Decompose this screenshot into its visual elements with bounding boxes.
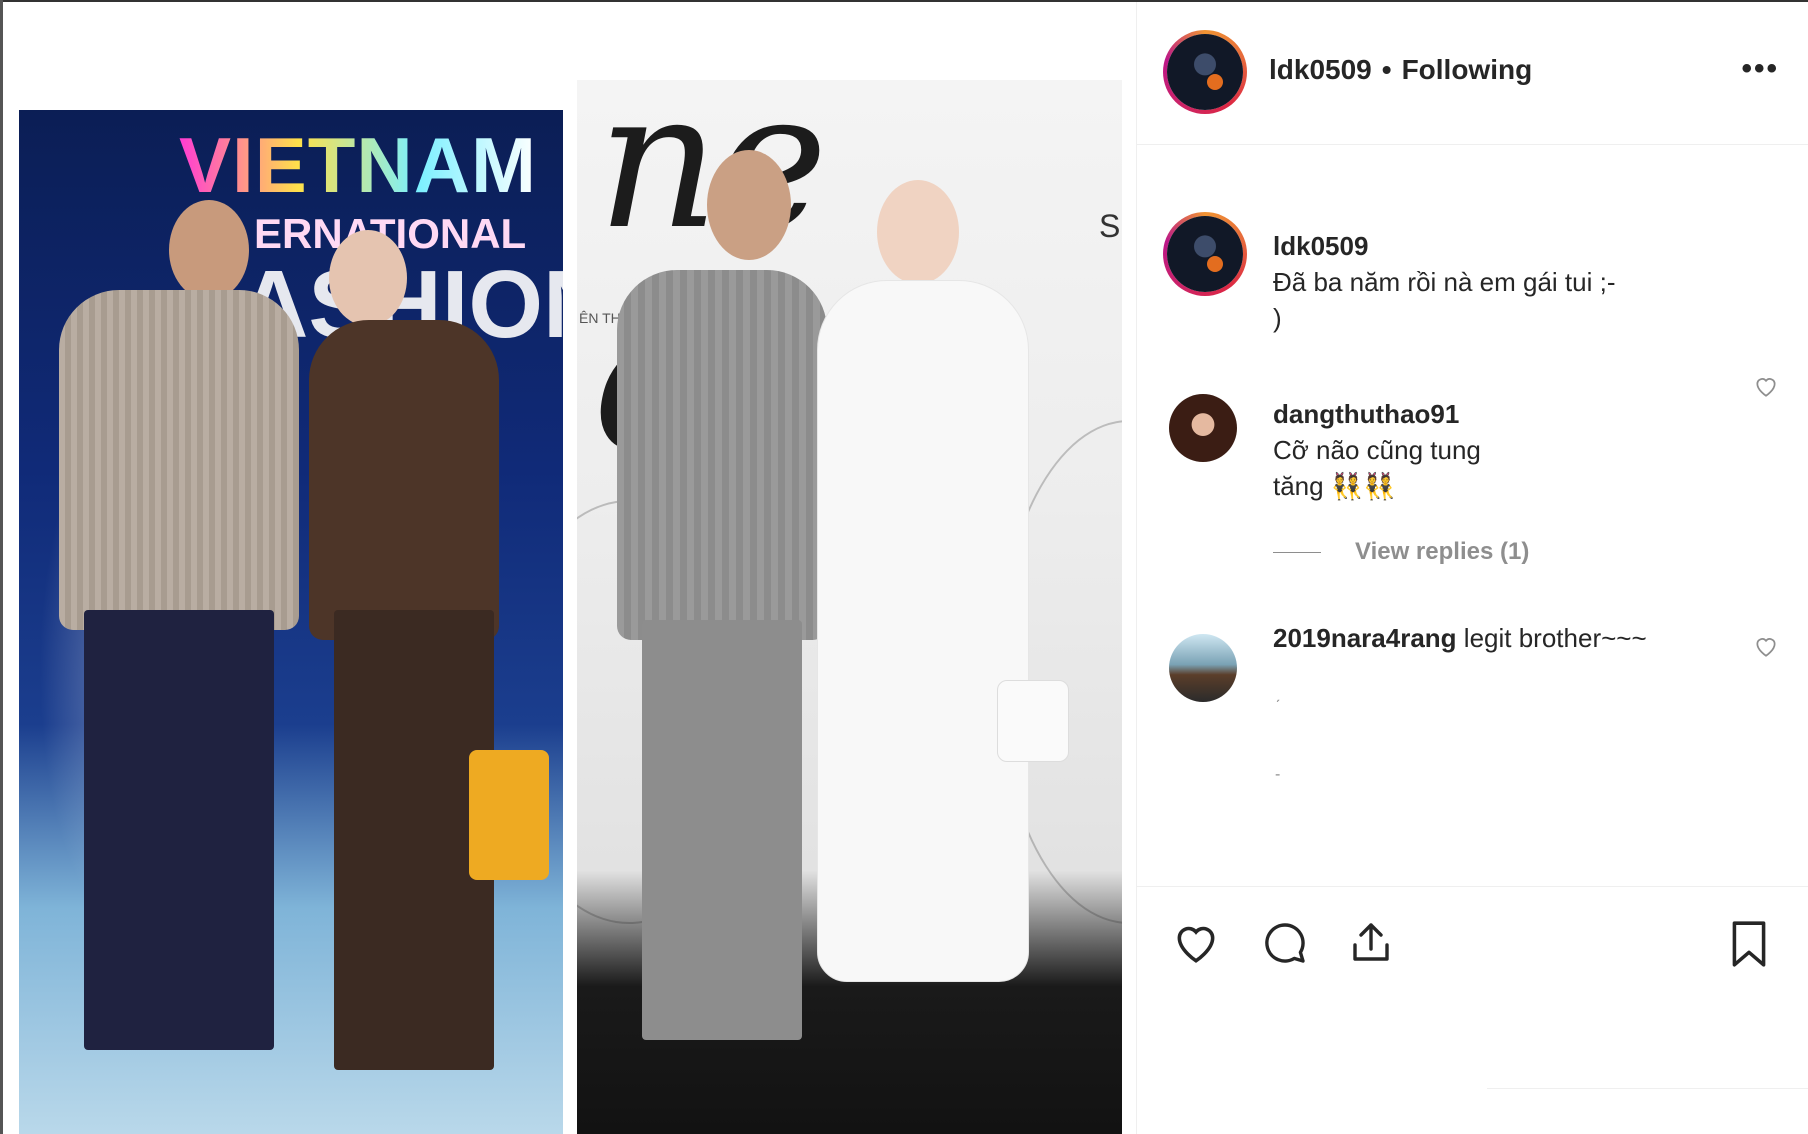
- comment-username-link[interactable]: dangthuthao91: [1273, 399, 1459, 429]
- commenter-avatar[interactable]: [1169, 634, 1237, 702]
- header-username-link[interactable]: ldk0509: [1269, 54, 1372, 86]
- woman-jacket: [309, 320, 499, 640]
- post-actions-bar: [1137, 886, 1808, 983]
- comment-username-link[interactable]: ldk0509: [1273, 231, 1368, 261]
- post-header: ldk0509 • Following •••: [1137, 2, 1808, 145]
- like-comment-heart-icon[interactable]: [1753, 374, 1779, 405]
- avatar-photo: [1167, 216, 1243, 292]
- photo-event-backdrop: ne day ÊN THÔN S: [577, 80, 1122, 1134]
- like-comment-heart-icon[interactable]: [1753, 634, 1779, 665]
- comment-item: dangthuthao91 Cỡ não cũng tung tăng 👯👯: [1273, 360, 1763, 504]
- man-plaid-jacket: [59, 290, 299, 630]
- replies-line: [1273, 551, 1321, 553]
- commenter-avatar[interactable]: [1169, 394, 1237, 462]
- header-separator-dot: •: [1381, 54, 1392, 85]
- woman-white-dress: [817, 280, 1029, 982]
- save-bookmark-icon[interactable]: [1727, 919, 1771, 974]
- man-grey-trousers: [642, 620, 802, 1040]
- comment-meta-mark: ˏ: [1275, 686, 1281, 703]
- comment-text: Cỡ não cũng tung tăng 👯👯: [1273, 435, 1481, 501]
- header-user-row: ldk0509 • Following: [1269, 54, 1532, 86]
- comment-meta-mark: -: [1275, 766, 1281, 783]
- share-upload-icon[interactable]: [1347, 919, 1395, 972]
- comment-text: Đã ba năm rồi nà em gái tui ;- ): [1273, 267, 1616, 333]
- yellow-handbag: [469, 750, 549, 880]
- photo-fashion-week: VIETNAM ERNATIONAL ASHION: [19, 110, 563, 1134]
- more-options-icon[interactable]: •••: [1741, 52, 1779, 86]
- woman-head: [329, 230, 407, 326]
- comment-item: 2019nara4rang legit brother~~~: [1273, 620, 1763, 656]
- post-media[interactable]: VIETNAM ERNATIONAL ASHION ne day ÊN THÔN…: [3, 2, 1136, 1134]
- caption-comment: ldk0509 Đã ba năm rồi nà em gái tui ;- ): [1273, 192, 1763, 336]
- man-trousers: [84, 610, 274, 1050]
- photo2-side-letter: S: [1099, 208, 1121, 244]
- header-avatar[interactable]: [1163, 30, 1247, 114]
- caption-avatar[interactable]: [1163, 212, 1247, 296]
- like-heart-icon[interactable]: [1171, 919, 1221, 970]
- view-replies-label: View replies (1): [1355, 538, 1530, 565]
- comment-username-link[interactable]: 2019nara4rang: [1273, 623, 1457, 653]
- post-sidebar: ldk0509 • Following ••• ldk0509 Đã ba nă…: [1136, 2, 1808, 1134]
- comment-text: legit brother~~~: [1463, 623, 1647, 653]
- woman-head: [877, 180, 959, 284]
- avatar-photo: [1167, 34, 1243, 110]
- man-grey-suit: [617, 270, 827, 640]
- view-replies-button[interactable]: View replies (1): [1273, 538, 1529, 566]
- photo1-title-text: VIETNAM: [179, 121, 537, 209]
- man-head: [707, 150, 791, 260]
- comment-bubble-icon[interactable]: [1261, 919, 1309, 972]
- white-handbag: [997, 680, 1069, 762]
- comment-input-divider: [1487, 1088, 1808, 1089]
- following-button[interactable]: Following: [1402, 54, 1533, 86]
- man-head: [169, 200, 249, 300]
